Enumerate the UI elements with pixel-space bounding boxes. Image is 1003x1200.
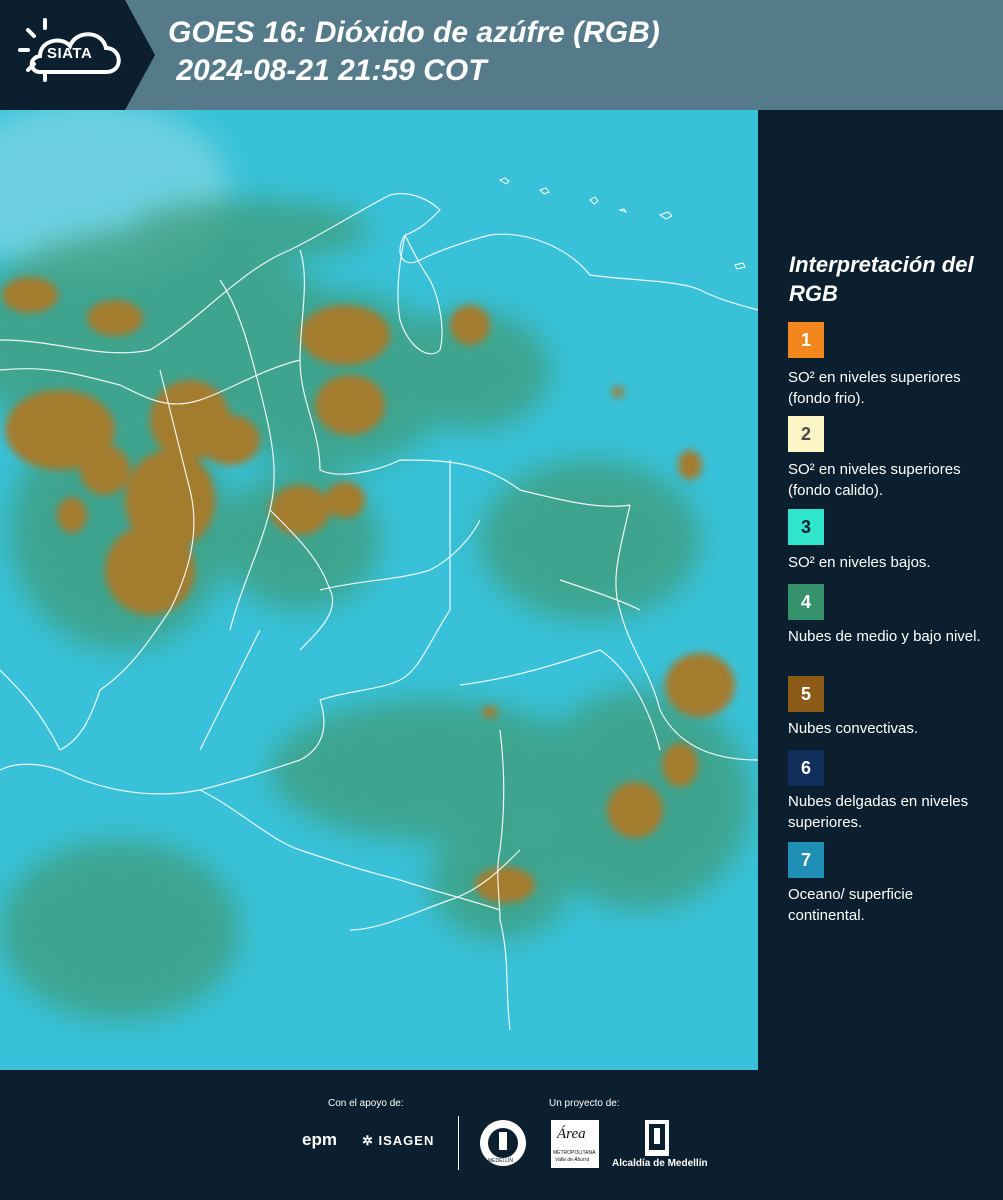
legend-title: Interpretación del RGB [789,252,974,306]
legend-number: 5 [800,683,811,704]
alcaldia-crest-icon [645,1120,669,1156]
siata-logo: SIATA [0,0,155,110]
isagen-mark-icon: ✲ [362,1133,379,1148]
area-logo-metro: METROPOLITANA [553,1150,596,1156]
legend-swatch-5: 5 [788,676,824,712]
legend-label: Nubes delgadas en niveles superiores. [788,793,969,831]
area-metropolitana-logo: Área METROPOLITANA Valle de Aburrá [551,1120,599,1168]
legend-swatch-3: 3 [788,509,824,545]
legend-number: 1 [800,329,811,350]
isagen-logo-text: ISAGEN [378,1133,435,1148]
support-label: Con el apoyo de: [328,1098,404,1109]
legend-label: SO² en niveles bajos. [788,554,931,571]
page-title: GOES 16: Dióxido de azúfre (RGB) 2024-08… [168,16,660,87]
footer: Con el apoyo de: Un proyecto de: epm ✲ I… [0,1070,1003,1200]
legend-swatch-2: 2 [788,416,824,452]
legend-number: 2 [800,423,811,444]
legend-label: SO² en niveles superiores (fondo frio). [788,369,961,407]
legend-label: Nubes de medio y bajo nivel. [788,628,981,645]
legend-swatch-4: 4 [788,584,824,620]
area-logo-valle: Valle de Aburrá [555,1157,590,1163]
legend-swatch-6: 6 [788,750,824,786]
project-label: Un proyecto de: [549,1098,620,1109]
header-bar: SIATA GOES 16: Dióxido de azúfre (RGB) 2… [0,0,1003,110]
legend-number: 3 [800,516,811,537]
legend-label: Nubes convectivas. [788,720,919,737]
satellite-map [0,110,758,1070]
siata-logo-text: SIATA [47,45,93,62]
area-logo-text: Área [557,1126,586,1142]
legend-label: SO² en niveles superiores (fondo calido)… [788,461,961,499]
alcaldia-logo-text: Alcaldía de Medellín [612,1158,708,1169]
legend-number: 7 [800,849,811,870]
legend-swatch-7: 7 [788,842,824,878]
legend-swatch-1: 1 [788,322,824,358]
legend-panel: Interpretación del RGB 1 SO² en niveles … [758,110,1003,1070]
legend-number: 4 [800,591,811,612]
epm-logo: epm [302,1130,337,1149]
footer-divider [458,1116,459,1170]
medellin-seal-text: MEDELLÍN [488,1158,514,1164]
isagen-logo: ✲ ISAGEN [362,1133,434,1149]
legend-label: Oceano/ superficie continental. [788,886,914,924]
legend-number: 6 [800,757,811,778]
